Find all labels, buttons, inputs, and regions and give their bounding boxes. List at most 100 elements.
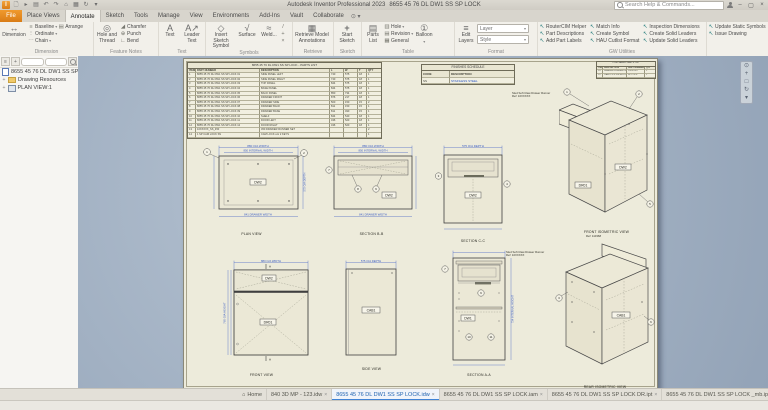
close-tab-icon[interactable]: × <box>432 392 435 398</box>
tab-collaborate[interactable]: Collaborate <box>308 10 349 22</box>
rear-isometric-view[interactable]: 3 6 CAB1 REAR ISOMETRIC VIEW <box>554 242 656 389</box>
add-part-labels-button[interactable]: ↖Add Part Labels <box>539 38 586 44</box>
text-button[interactable]: A Text <box>160 23 180 39</box>
user-avatar[interactable] <box>727 2 733 8</box>
view-tag[interactable]: DR01 <box>260 319 276 325</box>
retrieve-model-annotations-button[interactable]: ▦ Retrieve Model Annotations <box>294 23 330 44</box>
balloon[interactable]: 9 <box>478 290 484 296</box>
pan-icon[interactable]: □ <box>745 79 749 86</box>
dimension-label[interactable]: 841 DRAWER WIDTH <box>244 213 272 217</box>
front-view[interactable]: 880 O/A WIDTH 765 O/A HEIGHT A <box>204 259 319 377</box>
tab-environments[interactable]: Environments <box>208 10 255 22</box>
side-view[interactable]: 575 O/A DEPTH CAB1 SIDE VIEW <box>334 259 409 371</box>
balloon[interactable]: 5 <box>639 194 653 207</box>
qat-dropdown-icon[interactable]: ▾ <box>92 1 100 9</box>
browser-menu-button[interactable]: ≡ <box>1 57 10 66</box>
edit-layers-button[interactable]: ≡ Edit Layers <box>456 23 476 44</box>
style-dropdown[interactable]: Style ▾ <box>477 35 529 44</box>
view-tag[interactable]: DW2 <box>250 179 266 185</box>
balloon[interactable]: 7 <box>326 167 332 173</box>
routercim-helper-button[interactable]: ↖RouterCIM Helper <box>539 24 586 30</box>
inventor-logo-icon[interactable]: I <box>2 1 10 9</box>
hau-cutlist-format-button[interactable]: ↖HAU Cutlist Format <box>589 38 639 44</box>
tree-item-drawing-resources[interactable]: + Drawing Resources <box>0 76 78 84</box>
tab-tools[interactable]: Tools <box>129 10 153 22</box>
purchased-parts-table[interactable]: PURCHASED PARTS LISTITEMDESCRIPTIONPART … <box>596 61 656 79</box>
tab-place-views[interactable]: Place Views <box>22 10 65 22</box>
close-tab-icon[interactable]: × <box>324 392 327 398</box>
punch-button[interactable]: ⊕Punch <box>120 31 146 37</box>
view-tag[interactable]: CAB1 <box>612 312 630 318</box>
dimension-button[interactable]: ↔ Dimension <box>1 23 27 39</box>
navbar-more-icon[interactable]: ▾ <box>745 95 748 102</box>
finishes-schedule-table[interactable]: FINISHES SCHEDULECODEDESCRIPTIONSSSTAINL… <box>421 64 515 85</box>
zoom-icon[interactable]: + <box>745 71 749 78</box>
weld-button[interactable]: ≈ Weld... <box>259 23 279 39</box>
home-icon[interactable]: ⌂ <box>62 1 70 9</box>
tab-sketch[interactable]: Sketch <box>101 10 129 22</box>
revision-table-button[interactable]: ▤Revision▾ <box>384 31 413 37</box>
tab-vault[interactable]: Vault <box>285 10 308 22</box>
balloon[interactable]: 3 <box>435 173 441 179</box>
help-search-input[interactable]: Search Help & Commands... <box>614 1 724 10</box>
section-aa-view[interactable]: 734 INTERNAL HEIGHT DW1 <box>439 249 519 377</box>
browser-filter-input-2[interactable] <box>45 58 68 66</box>
dimension-label[interactable]: 880 O/A WIDTH <box>261 259 281 263</box>
dimension-label[interactable]: 841 DRAWER WIDTH <box>359 213 387 217</box>
match-info-button[interactable]: ↖Match Info <box>589 24 639 30</box>
dimension-label[interactable]: 734 INTERNAL HEIGHT <box>511 294 515 323</box>
browser-add-button[interactable]: + <box>11 57 20 66</box>
dimension-label[interactable]: 765 O/A HEIGHT <box>223 302 227 324</box>
balloon[interactable]: 1 <box>204 149 219 158</box>
annotation-drawer-runner-2[interactable]: Stud Soft Claw Drawer Runner Ref: 10XXXX… <box>506 251 566 258</box>
section-bb-view[interactable]: 880 O/A WIDTH 850 INTERNAL WIDTH 841 DRA… <box>324 144 419 236</box>
close-tab-icon[interactable]: × <box>540 392 543 398</box>
view-tag[interactable]: DW2 <box>465 192 481 198</box>
balloon[interactable]: 10 <box>466 334 472 340</box>
parts-list-button[interactable]: ▤ Parts List <box>363 23 383 44</box>
start-sketch-button[interactable]: + Start Sketch <box>335 23 359 44</box>
section-cc-view[interactable]: 575 O/A DEPTH DW2 3 <box>434 144 512 243</box>
ribbon-display-toggle[interactable]: ⊙ ▾ <box>351 10 361 22</box>
arrange-button[interactable]: ▤Arrange <box>58 24 83 30</box>
drawing-canvas[interactable]: ⊙ + □ ↻ ▾ 8655 45 76 DL DW1 SS SP LOCK -… <box>78 56 768 388</box>
create-symbol-button[interactable]: ↖Create Symbol <box>589 31 639 37</box>
parts-list-table[interactable]: 8655 45 76 DL DW1 SS SP LOCK - PARTS LIS… <box>187 62 382 139</box>
undo-icon[interactable]: ↶ <box>42 1 50 9</box>
browser-filter-input[interactable] <box>21 58 44 66</box>
view-tag[interactable]: DR01 <box>575 182 591 188</box>
balloon[interactable]: 2 <box>629 91 642 109</box>
expand-icon[interactable]: + <box>2 77 6 83</box>
ordinate-button[interactable]: ⋮Ordinate▾ <box>28 31 57 37</box>
balloon[interactable]: 4 <box>504 181 510 187</box>
refresh-icon[interactable]: ↻ <box>82 1 90 9</box>
annotation-drawer-runner[interactable]: Stud Soft Claw Drawer Runner Ref: 10XXXX… <box>512 92 572 99</box>
hole-thread-button[interactable]: ◎ Hole and Thread <box>95 23 119 44</box>
view-tag[interactable]: DW2 <box>615 164 631 170</box>
view-tag[interactable]: DW2 <box>262 275 276 281</box>
layer-dropdown[interactable]: Layer ▾ <box>477 24 529 33</box>
redo-icon[interactable]: ↷ <box>52 1 60 9</box>
hole-table-button[interactable]: ▥Hole▾ <box>384 24 413 30</box>
new-file-icon[interactable]: 🗋 <box>12 1 20 9</box>
tab-view[interactable]: View <box>185 10 208 22</box>
insert-sketch-symbol-button[interactable]: ◇ Insert Sketch Symbol <box>207 23 235 50</box>
navigation-wheel-icon[interactable]: ⊙ <box>744 63 749 70</box>
view-tag[interactable]: DW2 <box>382 192 396 198</box>
minimize-button[interactable]: – <box>736 2 744 8</box>
surface-button[interactable]: √ Surface <box>236 23 258 39</box>
view-tag[interactable]: DW1 <box>461 315 475 321</box>
plan-view[interactable]: 880 O/A WIDTH 850 INTERNAL WIDTH 841 DRA… <box>194 144 309 236</box>
print-icon[interactable]: ▦ <box>72 1 80 9</box>
symbol-mini-2[interactable]: + <box>280 31 286 37</box>
browser-search-button[interactable] <box>68 57 77 66</box>
balloon[interactable]: 7 <box>442 266 448 272</box>
dimension-label[interactable]: 850 INTERNAL WIDTH <box>358 149 387 153</box>
update-static-symbols-button[interactable]: ↖Update Static Symbols <box>708 24 766 30</box>
tab-add-ins[interactable]: Add-Ins <box>254 10 285 22</box>
restore-button[interactable]: ▢ <box>747 2 755 9</box>
balloon[interactable]: 11 <box>488 334 494 340</box>
symbol-mini-3[interactable]: × <box>280 38 286 44</box>
open-icon[interactable]: ▸ <box>22 1 30 9</box>
tree-item-document[interactable]: 8655 45 76 DL DW1 SS SP LOCK <box>0 68 78 76</box>
